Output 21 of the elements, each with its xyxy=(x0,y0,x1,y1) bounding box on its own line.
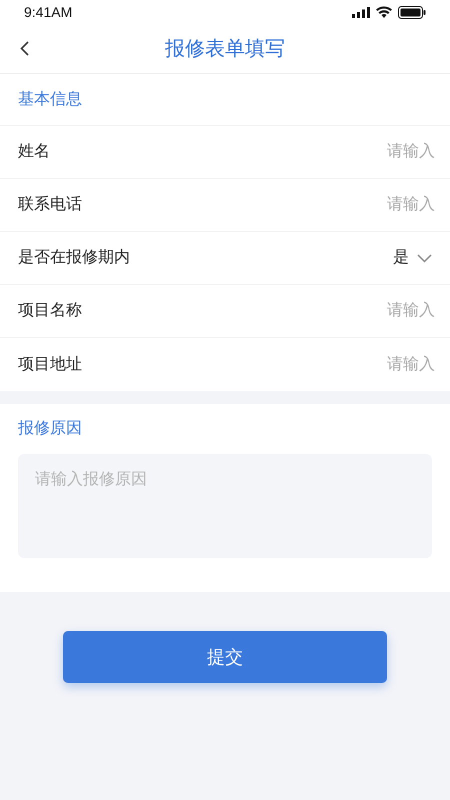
text-field[interactable]: 请输入 xyxy=(315,193,435,217)
reason-field[interactable]: 请输入报修原因 xyxy=(18,454,432,558)
chevron-down-icon xyxy=(417,254,432,262)
status-time: 9:41AM xyxy=(24,2,72,22)
section-heading: 基本信息 xyxy=(18,90,82,110)
page-title: 报修表单填写 xyxy=(165,36,285,62)
field-label: 项目名称 xyxy=(18,301,82,321)
text-field[interactable]: 请输入 xyxy=(315,299,435,323)
field-label: 是否在报修期内 xyxy=(18,248,130,268)
select-field[interactable]: 是 xyxy=(393,246,432,270)
back-icon xyxy=(20,40,28,56)
battery-icon xyxy=(398,6,426,18)
signal-icon xyxy=(352,6,370,18)
text-field[interactable]: 请输入 xyxy=(315,140,435,164)
text-field[interactable]: 请输入 xyxy=(315,352,435,376)
field-label: 项目地址 xyxy=(18,354,82,374)
submit-button[interactable]: 提交 xyxy=(63,631,387,683)
section-heading: 报修原因 xyxy=(18,419,82,439)
field-label: 姓名 xyxy=(18,142,50,162)
wifi-icon xyxy=(376,6,392,18)
field-label: 联系电话 xyxy=(18,194,82,215)
